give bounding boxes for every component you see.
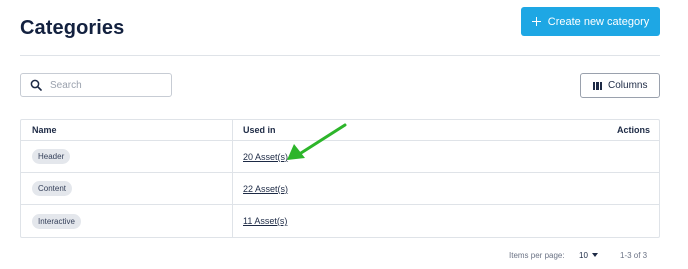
pagination-range: 1-3 of 3 <box>620 250 648 260</box>
search-field[interactable] <box>20 73 172 97</box>
search-input[interactable] <box>50 79 150 91</box>
categories-table: Name Used in Actions Header 20 Asset(s) … <box>20 119 660 238</box>
table-row: Interactive 11 Asset(s) <box>21 205 659 237</box>
column-header-used-in[interactable]: Used in <box>233 120 559 140</box>
categories-page: Categories Create new category Columns N… <box>0 0 688 269</box>
table-row: Content 22 Asset(s) <box>21 173 659 205</box>
used-in-link[interactable]: 20 Asset(s) <box>243 152 288 162</box>
plus-icon <box>531 17 541 26</box>
column-header-actions: Actions <box>616 125 650 135</box>
items-per-page-value: 10 <box>579 250 588 260</box>
columns-label: Columns <box>608 80 648 91</box>
table-row: Header 20 Asset(s) <box>21 141 659 173</box>
search-icon <box>30 79 42 91</box>
create-category-label: Create new category <box>547 15 650 28</box>
items-per-page-select[interactable]: 10 <box>579 249 598 261</box>
category-tag: Interactive <box>32 213 81 229</box>
page-title: Categories <box>20 17 125 39</box>
columns-button[interactable]: Columns <box>580 73 660 98</box>
category-tag: Header <box>32 149 71 164</box>
items-per-page-label: Items per page: <box>509 250 565 260</box>
create-category-button[interactable]: Create new category <box>521 7 660 36</box>
category-tag: Content <box>32 181 73 196</box>
table-header: Name Used in Actions <box>21 120 659 141</box>
header-divider <box>20 55 660 56</box>
used-in-link[interactable]: 11 Asset(s) <box>243 216 287 226</box>
caret-down-icon <box>591 253 598 257</box>
used-in-link[interactable]: 22 Asset(s) <box>243 184 288 194</box>
column-header-name[interactable]: Name <box>21 120 233 140</box>
columns-icon <box>592 81 603 90</box>
